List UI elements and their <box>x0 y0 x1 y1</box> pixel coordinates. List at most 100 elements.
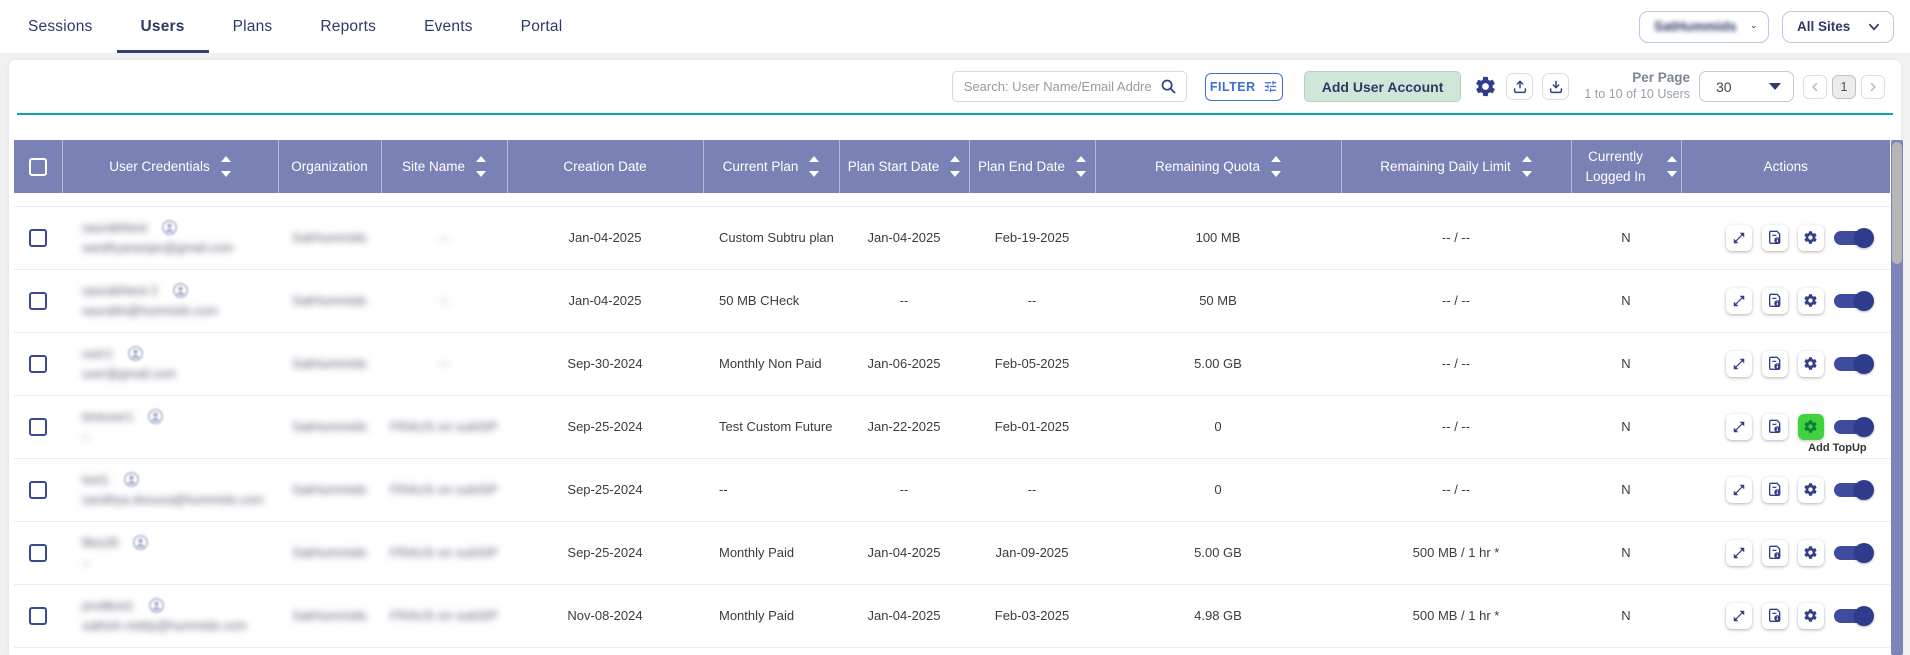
user-settings-button[interactable] <box>1798 603 1824 629</box>
user-settings-button[interactable] <box>1798 477 1824 503</box>
user-info-icon[interactable] <box>123 471 140 488</box>
column-header-current-plan[interactable]: Current Plan <box>703 140 839 193</box>
column-header-label: Creation Date <box>563 157 646 177</box>
column-header-plan-end-date[interactable]: Plan End Date <box>969 140 1095 193</box>
tab-reports[interactable]: Reports <box>296 0 400 53</box>
current-page-button[interactable]: 1 <box>1832 75 1856 99</box>
row-checkbox[interactable] <box>29 418 47 436</box>
actions-cell <box>1681 458 1890 521</box>
expand-user-button[interactable] <box>1726 414 1752 440</box>
user-details-button[interactable] <box>1762 288 1788 314</box>
expand-user-button[interactable] <box>1726 288 1752 314</box>
sort-desc-icon[interactable] <box>1522 171 1532 177</box>
column-header-label: Organization <box>291 157 368 177</box>
column-header-user-credentials[interactable]: User Credentials <box>62 140 278 193</box>
expand-user-button[interactable] <box>1726 477 1752 503</box>
column-header-remaining-quota[interactable]: Remaining Quota <box>1095 140 1341 193</box>
tab-portal[interactable]: Portal <box>497 0 587 53</box>
upload-button[interactable] <box>1506 73 1533 100</box>
sort-asc-icon[interactable] <box>1667 156 1677 162</box>
user-settings-button[interactable] <box>1798 351 1824 377</box>
user-info-icon[interactable] <box>148 597 165 614</box>
sort-asc-icon[interactable] <box>221 156 231 162</box>
user-details-button[interactable] <box>1762 540 1788 566</box>
sort-asc-icon[interactable] <box>1271 156 1281 162</box>
user-status-toggle[interactable] <box>1834 606 1874 626</box>
add-user-account-button[interactable]: Add User Account <box>1304 71 1462 102</box>
sort-asc-icon[interactable] <box>1522 156 1532 162</box>
user-status-toggle[interactable] <box>1834 228 1874 248</box>
user-name: saurabhtest <box>82 218 147 238</box>
column-header-currently-logged-in[interactable]: Currently Logged In <box>1571 140 1681 193</box>
all-sites-dropdown[interactable]: All Sites <box>1782 11 1894 43</box>
search-icon[interactable] <box>1160 78 1177 95</box>
row-checkbox[interactable] <box>29 544 47 562</box>
user-status-toggle[interactable] <box>1834 417 1874 437</box>
settings-gear-button[interactable] <box>1474 75 1497 98</box>
download-button[interactable] <box>1542 73 1569 100</box>
user-info-icon[interactable] <box>132 534 149 551</box>
row-checkbox[interactable] <box>29 481 47 499</box>
user-info-icon[interactable] <box>172 282 189 299</box>
sort-desc-icon[interactable] <box>950 171 960 177</box>
per-page-select[interactable]: 30 <box>1699 71 1794 102</box>
user-info-icon[interactable] <box>127 345 144 362</box>
tab-plans[interactable]: Plans <box>209 0 297 53</box>
row-checkbox[interactable] <box>29 229 47 247</box>
vertical-scrollbar[interactable] <box>1891 140 1903 655</box>
sort-desc-icon[interactable] <box>809 171 819 177</box>
user-details-button[interactable] <box>1762 225 1788 251</box>
search-input[interactable] <box>964 79 1160 94</box>
tab-users[interactable]: Users <box>117 0 209 53</box>
user-status-toggle[interactable] <box>1834 291 1874 311</box>
user-settings-button[interactable]: Add TopUp <box>1798 414 1824 440</box>
scrollbar-thumb[interactable] <box>1892 142 1902 264</box>
expand-user-button[interactable] <box>1726 351 1752 377</box>
sort-desc-icon[interactable] <box>476 171 486 177</box>
column-header-site-name[interactable]: Site Name <box>381 140 507 193</box>
sort-asc-icon[interactable] <box>476 156 486 162</box>
row-checkbox[interactable] <box>29 292 47 310</box>
user-settings-button[interactable] <box>1798 225 1824 251</box>
sort-desc-icon[interactable] <box>1271 171 1281 177</box>
sort-arrows <box>1522 156 1532 177</box>
user-info-icon[interactable] <box>161 219 178 236</box>
tab-sessions[interactable]: Sessions <box>4 0 117 53</box>
row-checkbox[interactable] <box>29 607 47 625</box>
user-details-button[interactable] <box>1762 603 1788 629</box>
sort-arrows <box>1076 156 1086 177</box>
sort-asc-icon[interactable] <box>1076 156 1086 162</box>
sort-desc-icon[interactable] <box>1667 171 1677 177</box>
tab-events[interactable]: Events <box>400 0 497 53</box>
user-details-button[interactable] <box>1762 414 1788 440</box>
sort-arrows <box>809 156 819 177</box>
user-info-icon[interactable] <box>147 408 164 425</box>
select-all-checkbox[interactable] <box>29 158 47 176</box>
plan-start-date-cell: Jan-04-2025 <box>839 206 969 269</box>
expand-user-button[interactable] <box>1726 540 1752 566</box>
column-header-remaining-daily-limit[interactable]: Remaining Daily Limit <box>1341 140 1571 193</box>
user-settings-button[interactable] <box>1798 540 1824 566</box>
sort-desc-icon[interactable] <box>1076 171 1086 177</box>
plan-end-date-cell: -- <box>969 269 1095 332</box>
sort-arrows <box>950 156 960 177</box>
user-status-toggle[interactable] <box>1834 354 1874 374</box>
sort-desc-icon[interactable] <box>221 171 231 177</box>
expand-user-button[interactable] <box>1726 603 1752 629</box>
column-header-plan-start-date[interactable]: Plan Start Date <box>839 140 969 193</box>
row-checkbox[interactable] <box>29 355 47 373</box>
user-status-toggle[interactable] <box>1834 543 1874 563</box>
next-page-button[interactable] <box>1861 75 1885 99</box>
row-checkbox-cell <box>14 206 62 269</box>
upload-icon <box>1512 79 1528 95</box>
expand-user-button[interactable] <box>1726 225 1752 251</box>
sort-asc-icon[interactable] <box>950 156 960 162</box>
filter-button[interactable]: FILTER <box>1205 73 1283 101</box>
user-details-button[interactable] <box>1762 477 1788 503</box>
user-details-button[interactable] <box>1762 351 1788 377</box>
organization-dropdown[interactable]: SatHummids <box>1639 11 1769 43</box>
prev-page-button[interactable] <box>1803 75 1827 99</box>
sort-asc-icon[interactable] <box>809 156 819 162</box>
user-status-toggle[interactable] <box>1834 480 1874 500</box>
user-settings-button[interactable] <box>1798 288 1824 314</box>
